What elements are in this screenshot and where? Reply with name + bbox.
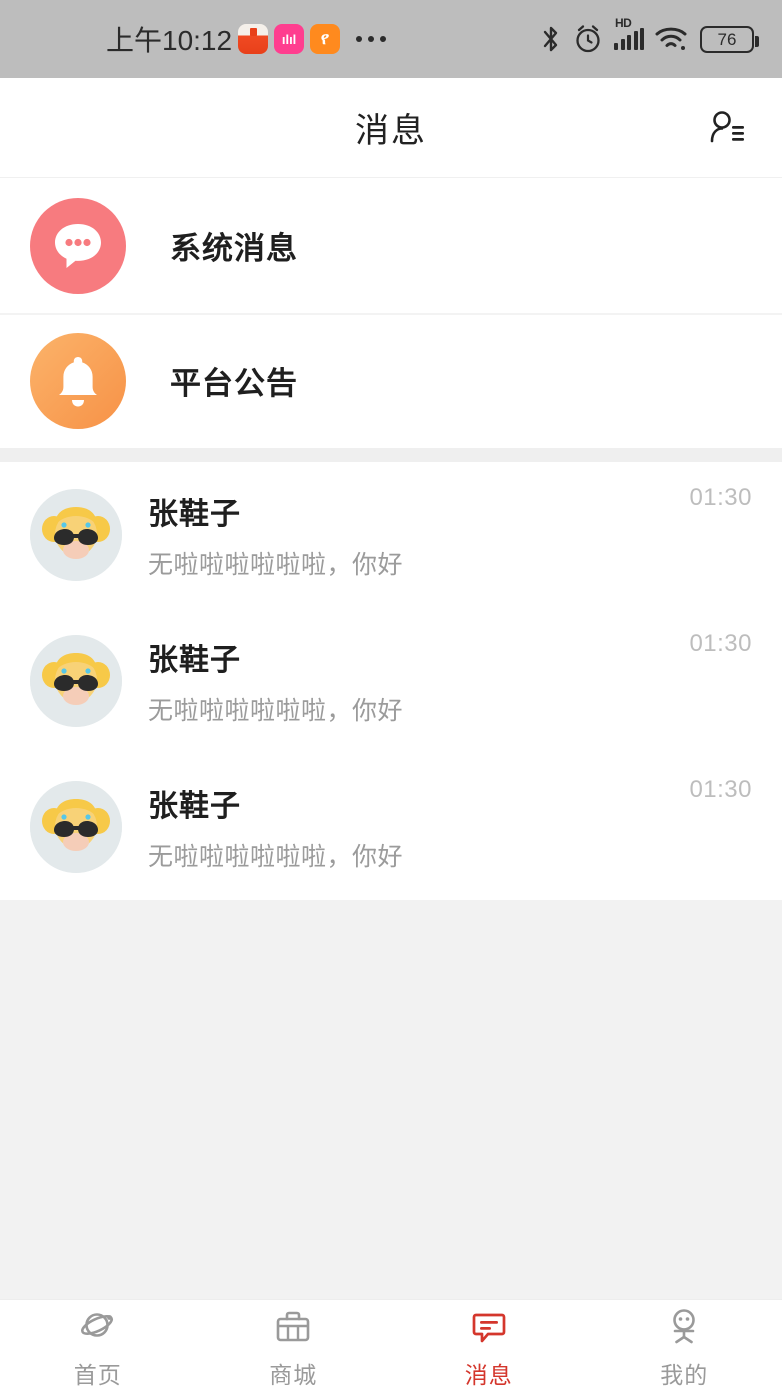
tab-home[interactable]: 首页	[0, 1306, 196, 1390]
platform-announcement-label: 平台公告	[170, 366, 298, 401]
tab-home-label: 首页	[73, 1361, 122, 1388]
conversation-text: 张鞋子 无啦啦啦啦啦啦，你好	[148, 489, 689, 581]
chat-bubble-icon	[30, 197, 126, 294]
section-divider	[0, 448, 782, 462]
conversation-preview: 无啦啦啦啦啦啦，你好	[148, 551, 404, 579]
conversation-text: 张鞋子 无啦啦啦啦啦啦，你好	[148, 781, 689, 873]
app-screen: 上午10:12 HD	[0, 0, 782, 1395]
sidebar-item-platform-announcement[interactable]: 平台公告	[0, 313, 782, 448]
avatar	[30, 489, 122, 581]
bluetooth-icon	[540, 24, 562, 54]
contacts-icon[interactable]	[698, 100, 754, 156]
conversation-list: 张鞋子 无啦啦啦啦啦啦，你好 01:30 张鞋子 无啦啦啦啦啦啦，你好 01:3…	[0, 462, 782, 900]
conversation-time: 01:30	[689, 776, 752, 803]
list-item[interactable]: 张鞋子 无啦啦啦啦啦啦，你好 01:30	[0, 754, 782, 900]
hd-signal-icon: HD	[614, 16, 644, 50]
tab-mine[interactable]: 我的	[587, 1306, 782, 1390]
list-item[interactable]: 张鞋子 无啦啦啦啦啦啦，你好 01:30	[0, 462, 782, 608]
sidebar-item-system-message[interactable]: 系统消息	[0, 178, 782, 313]
conversation-time: 01:30	[689, 484, 752, 511]
conversation-text: 张鞋子 无啦啦啦啦啦啦，你好	[148, 635, 689, 727]
avatar	[30, 781, 122, 873]
list-item[interactable]: 张鞋子 无啦啦啦啦啦啦，你好 01:30	[0, 608, 782, 754]
tab-messages[interactable]: 消息	[391, 1306, 587, 1390]
page-title: 消息	[355, 112, 427, 150]
system-message-label: 系统消息	[170, 231, 298, 266]
notification-app-3-icon	[310, 24, 341, 54]
avatar	[30, 635, 122, 727]
page-header: 消息	[0, 78, 782, 178]
notification-app-2-icon	[274, 24, 305, 54]
shop-bag-icon	[273, 1306, 313, 1348]
status-bar: 上午10:12 HD	[0, 0, 782, 78]
conversation-name: 张鞋子	[148, 498, 241, 531]
battery-level: 76	[717, 29, 737, 49]
alarm-icon	[573, 24, 603, 54]
content-area: 系统消息 平台公告 张鞋子 无啦啦啦啦啦啦，你好 01:30 张鞋子 无啦啦啦啦…	[0, 178, 782, 1299]
conversation-name: 张鞋子	[148, 790, 241, 823]
planet-icon	[78, 1306, 118, 1348]
notification-app-1-icon	[238, 24, 269, 54]
conversation-time: 01:30	[689, 630, 752, 657]
bottom-navigation: 首页 商城 消息 我的	[0, 1299, 782, 1395]
tab-messages-label: 消息	[464, 1361, 513, 1388]
signal-bars-icon	[614, 28, 644, 50]
status-bar-right: HD 76	[540, 16, 759, 54]
conversation-name: 张鞋子	[148, 644, 241, 677]
status-time: 上午10:12	[106, 25, 233, 56]
message-icon	[469, 1306, 509, 1348]
overflow-dots-icon	[356, 36, 387, 42]
tab-mine-label: 我的	[660, 1361, 709, 1388]
tab-mall-label: 商城	[269, 1361, 318, 1388]
conversation-preview: 无啦啦啦啦啦啦，你好	[148, 697, 404, 725]
bell-icon	[30, 332, 126, 429]
conversation-preview: 无啦啦啦啦啦啦，你好	[148, 843, 404, 871]
wifi-icon	[655, 25, 689, 53]
notification-app-icons	[238, 24, 341, 54]
tab-mall[interactable]: 商城	[196, 1306, 392, 1390]
system-entries-card: 系统消息 平台公告	[0, 178, 782, 448]
person-icon	[664, 1306, 704, 1348]
status-bar-left: 上午10:12	[28, 19, 540, 59]
hd-label: HD	[615, 16, 632, 30]
battery-icon: 76	[700, 25, 759, 53]
